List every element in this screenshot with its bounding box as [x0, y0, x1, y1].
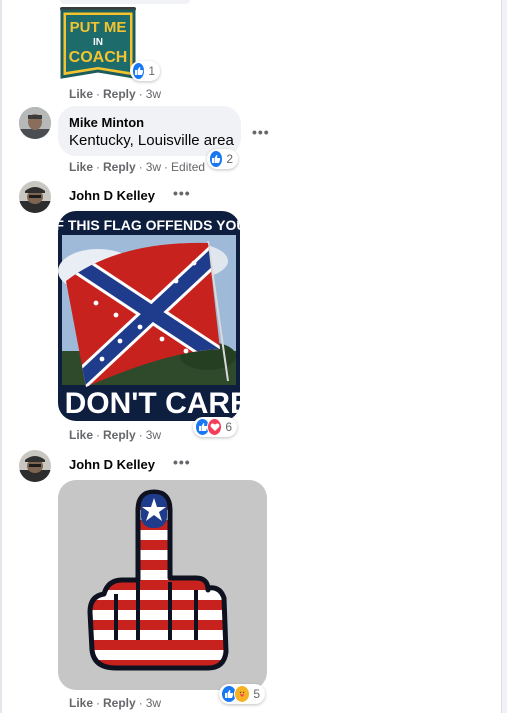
- author-name[interactable]: John D Kelley: [69, 188, 155, 203]
- reply-link[interactable]: Reply: [103, 428, 136, 442]
- like-link[interactable]: Like: [69, 160, 93, 174]
- like-link[interactable]: Like: [69, 696, 93, 710]
- timestamp[interactable]: 3w: [146, 428, 161, 442]
- reaction-count: 6: [225, 420, 232, 434]
- reaction-summary[interactable]: 5: [219, 684, 265, 704]
- avatar[interactable]: [19, 450, 51, 482]
- left-border: [0, 0, 2, 713]
- comment-actions: Like · Reply · 3w: [69, 696, 162, 710]
- reaction-summary[interactable]: 6: [193, 417, 237, 437]
- timestamp[interactable]: 3w: [146, 87, 161, 101]
- reaction-count: 2: [226, 152, 233, 166]
- more-options-icon[interactable]: •••: [173, 185, 191, 201]
- reaction-count: 5: [253, 687, 260, 701]
- more-options-icon[interactable]: •••: [252, 124, 270, 140]
- flag-meme-image[interactable]: IF THIS FLAG OFFENDS YOU I DON'T CARE: [58, 211, 240, 421]
- reply-link[interactable]: Reply: [103, 160, 136, 174]
- meme-bottom-text: I DON'T CARE: [58, 387, 240, 420]
- edited-label[interactable]: Edited: [171, 160, 205, 174]
- comment-actions: Like · Reply · 3w: [69, 87, 162, 101]
- comment-actions: Like · Reply · 3w: [69, 428, 162, 442]
- put-me-in-coach-sticker[interactable]: PUT ME IN COACH: [58, 5, 138, 83]
- comment-actions: Like · Reply · 3w · Edited: [69, 160, 206, 174]
- flag-hand-image[interactable]: [58, 480, 267, 690]
- comment-text: Kentucky, Louisville area: [69, 132, 234, 149]
- author-name[interactable]: John D Kelley: [69, 457, 155, 472]
- love-reaction-icon: [207, 418, 223, 436]
- previous-comment-bubble-edge: [60, 0, 190, 4]
- like-reaction-icon: [132, 62, 146, 80]
- avatar[interactable]: [19, 181, 51, 213]
- like-link[interactable]: Like: [69, 87, 93, 101]
- care-reaction-icon: [234, 685, 251, 703]
- sticker-line-3: COACH: [69, 49, 128, 66]
- reply-link[interactable]: Reply: [103, 696, 136, 710]
- reaction-count: 1: [148, 64, 155, 78]
- timestamp[interactable]: 3w: [146, 160, 161, 174]
- avatar[interactable]: [19, 107, 51, 139]
- more-options-icon[interactable]: •••: [173, 454, 191, 470]
- like-link[interactable]: Like: [69, 428, 93, 442]
- timestamp[interactable]: 3w: [146, 696, 161, 710]
- scrollbar-track[interactable]: [501, 0, 507, 713]
- sticker-line-1: PUT ME: [70, 19, 127, 36]
- sticker-line-2: IN: [93, 37, 103, 48]
- meme-top-text: IF THIS FLAG OFFENDS YOU: [58, 217, 240, 233]
- reaction-summary[interactable]: 2: [207, 149, 238, 169]
- reply-link[interactable]: Reply: [103, 87, 136, 101]
- like-reaction-icon: [209, 150, 224, 168]
- reaction-summary[interactable]: 1: [130, 61, 160, 81]
- author-name[interactable]: Mike Minton: [69, 115, 144, 130]
